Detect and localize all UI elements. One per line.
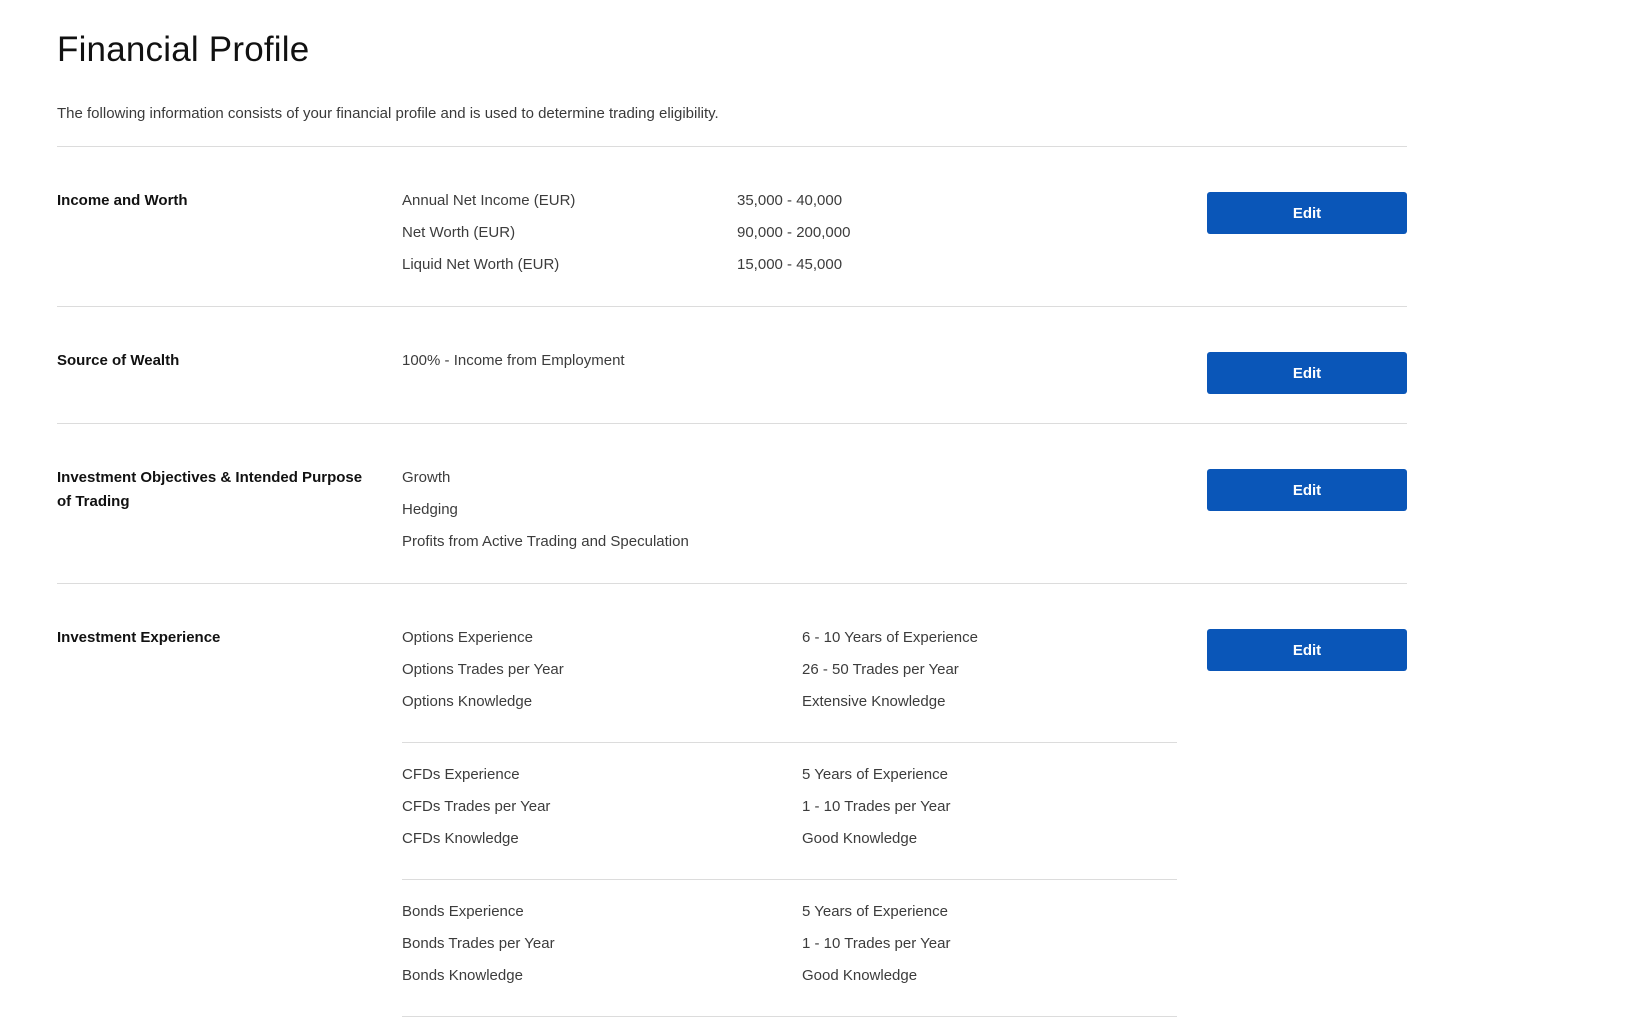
row-label: Bonds Experience: [402, 903, 524, 920]
objective-item: Hedging: [402, 501, 458, 518]
edit-experience-button[interactable]: Edit: [1207, 629, 1407, 671]
row-label: Options Knowledge: [402, 693, 533, 710]
edit-wealth-button[interactable]: Edit: [1207, 352, 1407, 394]
section-title: Investment Experience: [57, 629, 221, 646]
objective-item: Growth: [402, 469, 451, 486]
row-value: 35,000 - 40,000: [737, 192, 843, 209]
divider: [57, 423, 1407, 424]
page-title: Financial Profile: [57, 30, 310, 69]
wealth-item: 100% - Income from Employment: [402, 352, 625, 369]
row-value: Extensive Knowledge: [802, 693, 946, 710]
sub-divider: [402, 1016, 1177, 1017]
row-label: Bonds Knowledge: [402, 967, 523, 984]
divider: [57, 146, 1407, 147]
row-value: 15,000 - 45,000: [737, 256, 843, 273]
edit-income-button[interactable]: Edit: [1207, 192, 1407, 234]
page-intro: The following information consists of yo…: [57, 105, 719, 122]
row-value: 5 Years of Experience: [802, 903, 948, 920]
row-value: Good Knowledge: [802, 967, 918, 984]
sub-divider: [402, 879, 1177, 880]
row-value: 90,000 - 200,000: [737, 224, 851, 241]
section-title: Income and Worth: [57, 192, 188, 209]
row-value: 1 - 10 Trades per Year: [802, 935, 951, 952]
sub-divider: [402, 742, 1177, 743]
row-label: Liquid Net Worth (EUR): [402, 256, 560, 273]
row-value: 26 - 50 Trades per Year: [802, 661, 959, 678]
objective-item: Profits from Active Trading and Speculat…: [402, 533, 689, 550]
row-label: Annual Net Income (EUR): [402, 192, 576, 209]
row-label: Options Trades per Year: [402, 661, 564, 678]
divider: [57, 583, 1407, 584]
row-label: CFDs Experience: [402, 766, 520, 783]
divider: [57, 306, 1407, 307]
row-label: Bonds Trades per Year: [402, 935, 555, 952]
row-label: CFDs Trades per Year: [402, 798, 551, 815]
row-value: 1 - 10 Trades per Year: [802, 798, 951, 815]
row-label: CFDs Knowledge: [402, 830, 519, 847]
row-value: 6 - 10 Years of Experience: [802, 629, 978, 646]
section-title: Source of Wealth: [57, 352, 180, 369]
section-title: Investment Objectives & Intended Purpose…: [57, 469, 363, 510]
row-label: Net Worth (EUR): [402, 224, 516, 241]
row-label: Options Experience: [402, 629, 533, 646]
row-value: Good Knowledge: [802, 830, 918, 847]
row-value: 5 Years of Experience: [802, 766, 948, 783]
edit-objectives-button[interactable]: Edit: [1207, 469, 1407, 511]
